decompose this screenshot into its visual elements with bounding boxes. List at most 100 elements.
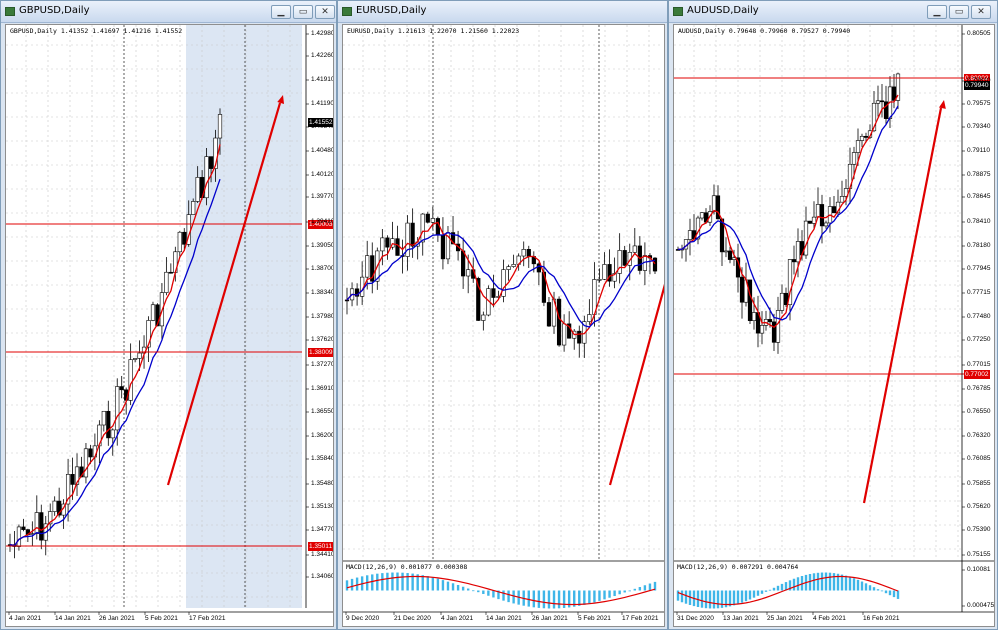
audusd-titlebar[interactable]: AUDUSD,Daily ▁ ▭ ✕ [669, 1, 997, 23]
macd-histogram-bar [537, 590, 541, 608]
candle-body [34, 512, 39, 534]
macd-histogram-bar [638, 587, 642, 591]
maximize-button[interactable]: ▭ [949, 5, 969, 19]
price-axis-label: 0.000475 [967, 602, 995, 609]
macd-histogram-bar [880, 590, 884, 592]
macd-histogram-bar [896, 590, 900, 599]
current-price-tag: 1.41552 [308, 118, 333, 127]
macd-histogram-bar [676, 590, 680, 601]
macd-histogram-bar [482, 590, 485, 594]
date-axis-label: 9 Dec 2020 [346, 615, 380, 622]
candle-body [597, 279, 602, 281]
eurusd-chart[interactable]: EURUSD,Daily 1.21613 1.22070 1.21560 1.2… [342, 24, 665, 627]
macd-histogram-bar [776, 585, 780, 591]
macd-histogram-bar [472, 590, 475, 592]
candle-body [851, 152, 857, 165]
macd-histogram-bar [487, 590, 490, 596]
macd-histogram-bar [441, 580, 445, 591]
close-button[interactable]: ✕ [315, 5, 335, 19]
trend-arrow [862, 107, 943, 504]
macd-histogram-bar [456, 584, 460, 591]
macd-histogram-bar [844, 575, 848, 591]
eurusd-window[interactable]: EURUSD,Daily EURUSD,Daily 1.21613 1.2207… [337, 0, 668, 630]
maximize-button[interactable]: ▭ [293, 5, 313, 19]
date-axis-label: 4 Jan 2021 [9, 615, 42, 622]
audusd-window[interactable]: AUDUSD,Daily ▁ ▭ ✕ AUDUSD,Daily 0.79648 … [668, 0, 998, 630]
macd-histogram-bar [856, 579, 860, 591]
candle-body [88, 448, 93, 458]
eurusd-title: EURUSD,Daily [356, 5, 427, 16]
candle-body [779, 292, 785, 311]
price-axis-label: 1.37620 [311, 336, 334, 343]
price-axis-label: 1.34770 [311, 526, 334, 533]
price-axis-label: 0.75155 [967, 551, 991, 558]
date-axis-label: 13 Jan 2021 [723, 615, 759, 622]
macd-histogram-bar [748, 590, 752, 600]
macd-histogram-bar [684, 590, 688, 604]
candle-body [217, 114, 223, 139]
price-axis-label: 0.80505 [967, 30, 991, 37]
candle-body [168, 271, 173, 274]
candle-body [687, 230, 693, 240]
candle-body [39, 512, 44, 541]
close-button[interactable]: ✕ [971, 5, 991, 19]
macd-histogram-bar [623, 590, 626, 593]
eurusd-titlebar[interactable]: EURUSD,Daily [338, 1, 667, 23]
candle-body [440, 234, 446, 260]
candle-body [511, 264, 516, 267]
session-highlight [186, 25, 302, 608]
candle-body [767, 319, 773, 323]
macd-histogram-bar [492, 590, 495, 598]
candle-body [727, 250, 733, 260]
candle-body [546, 302, 552, 327]
macd-histogram-bar [760, 590, 764, 594]
price-axis-label: 0.79575 [967, 100, 991, 107]
macd-histogram-bar [562, 590, 566, 608]
macd-histogram-bar [740, 590, 744, 603]
macd-histogram-bar [396, 572, 399, 591]
macd-histogram-bar [860, 581, 864, 591]
price-plot-svg [343, 25, 664, 615]
candle-body [791, 259, 797, 263]
candle-body [380, 237, 385, 252]
date-axis-label: 4 Feb 2021 [813, 615, 846, 622]
gbpusd-chart[interactable]: GBPUSD,Daily 1.41352 1.41697 1.41216 1.4… [5, 24, 334, 627]
candle-body [52, 500, 57, 512]
candle-body [208, 156, 214, 169]
price-axis-label: 1.42260 [311, 52, 334, 59]
date-axis-label: 5 Feb 2021 [578, 615, 611, 622]
candle-body [133, 358, 138, 360]
minimize-button[interactable]: ▁ [271, 5, 291, 19]
candle-body [863, 135, 869, 138]
price-axis-label: 1.36910 [311, 385, 334, 392]
macd-histogram-bar [557, 590, 561, 609]
macd-histogram-bar [732, 590, 736, 606]
candle-body [891, 86, 897, 101]
macd-histogram-bar [401, 572, 404, 591]
candle-body [795, 241, 801, 263]
macd-histogram-bar [593, 590, 596, 603]
price-axis-label: 1.42980 [311, 30, 334, 37]
macd-histogram-bar [764, 590, 768, 592]
candle-body [365, 255, 370, 278]
candle-body [101, 410, 106, 426]
price-plot-svg [674, 25, 994, 615]
audusd-chart[interactable]: AUDUSD,Daily 0.79648 0.79960 0.79527 0.7… [673, 24, 995, 627]
gbpusd-window[interactable]: GBPUSD,Daily ▁ ▭ ✕ GBPUSD,Daily 1.41352 … [0, 0, 337, 630]
candle-body [137, 352, 142, 359]
price-axis-label: 1.38340 [311, 289, 334, 296]
gbpusd-titlebar[interactable]: GBPUSD,Daily ▁ ▭ ✕ [1, 1, 336, 23]
price-axis-label: 0.76785 [967, 385, 991, 392]
candle-body [385, 237, 390, 248]
candle-body [128, 359, 133, 401]
candle-body [859, 135, 865, 141]
candle-body [831, 206, 837, 214]
candle-body [739, 276, 745, 303]
macd-histogram-bar [648, 583, 652, 591]
macd-histogram-bar [431, 577, 435, 591]
price-axis-label: 1.35130 [311, 503, 334, 510]
macd-histogram-bar [708, 590, 712, 609]
macd-indicator-label: MACD(12,26,9) 0.001077 0.000308 [346, 563, 468, 571]
date-axis-label: 26 Jan 2021 [532, 615, 568, 622]
minimize-button[interactable]: ▁ [927, 5, 947, 19]
